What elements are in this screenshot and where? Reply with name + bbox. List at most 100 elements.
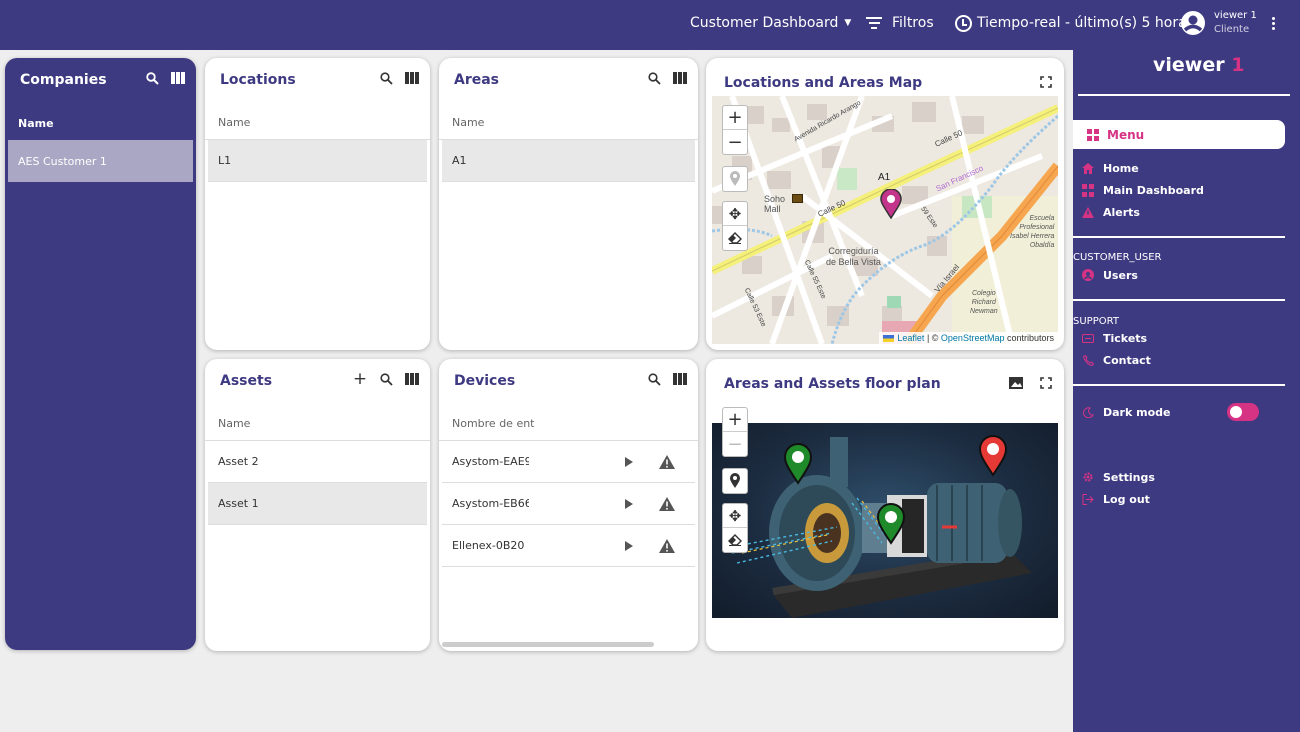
table-row[interactable]: A1	[442, 140, 695, 182]
areas-title: Areas	[454, 72, 500, 88]
move-button[interactable]: ✥	[723, 504, 747, 528]
assets-title: Assets	[220, 373, 273, 389]
sidebar-item-alerts[interactable]: Alerts	[1081, 205, 1140, 219]
top-bar: Customer Dashboard ▼ Filtros Tiempo-real…	[0, 0, 1300, 50]
place-marker-button[interactable]	[723, 469, 747, 493]
search-icon[interactable]	[646, 70, 662, 86]
play-icon[interactable]	[624, 540, 634, 552]
map-edit-control: ✥	[722, 201, 748, 251]
table-row[interactable]: Asystom-EAE93	[442, 441, 695, 483]
map-label-escuela: Escuela Profesional Isabel Herrera Obald…	[1010, 215, 1055, 249]
brand-name: viewer	[1153, 54, 1225, 76]
more-menu-button[interactable]	[1268, 0, 1278, 46]
divider	[1078, 94, 1290, 96]
osm-map[interactable]: Soho Mall Calle 50 Calle 50 A1 San Franc…	[712, 96, 1058, 344]
image-icon[interactable]	[1008, 375, 1024, 391]
floorplan-widget: Areas and Assets floor plan + − ✥	[706, 359, 1064, 651]
horizontal-scrollbar[interactable]	[442, 642, 654, 647]
sidebar: viewer 1 Menu Home Main Dashboard Alerts…	[1073, 50, 1300, 732]
columns-icon[interactable]	[672, 70, 688, 86]
place-marker-button[interactable]	[723, 167, 747, 191]
osm-link[interactable]: OpenStreetMap	[941, 333, 1005, 343]
companies-name-column-header[interactable]: Name	[5, 106, 196, 140]
ticket-icon	[1081, 331, 1095, 345]
asset-marker-green[interactable]	[783, 443, 813, 485]
erase-button[interactable]	[723, 528, 747, 552]
locations-name-column-header[interactable]: Name	[205, 106, 430, 140]
devices-entity-column-header[interactable]: Nombre de ent	[439, 407, 698, 441]
search-icon[interactable]	[378, 70, 394, 86]
assets-name-column-header[interactable]: Name	[205, 407, 430, 441]
search-icon[interactable]	[646, 371, 662, 387]
area-location-marker[interactable]	[880, 189, 902, 219]
map-tiles	[712, 96, 1058, 344]
areas-name-column-header[interactable]: Name	[439, 106, 698, 140]
users-icon	[1081, 268, 1095, 282]
table-row[interactable]: Asset 2	[208, 441, 427, 483]
zoom-out-button[interactable]: −	[723, 432, 747, 456]
warning-icon[interactable]	[658, 538, 676, 554]
leaflet-link[interactable]: Leaflet	[897, 333, 924, 343]
sidebar-brand: viewer 1	[1153, 54, 1244, 76]
dark-mode-toggle[interactable]	[1227, 403, 1259, 421]
floorplan-image[interactable]	[712, 423, 1058, 618]
cinema-icon	[792, 194, 803, 203]
sidebar-item-contact[interactable]: Contact	[1081, 353, 1151, 367]
columns-icon[interactable]	[404, 371, 420, 387]
floorplan-zoom-control: + −	[722, 407, 748, 457]
search-icon[interactable]	[378, 371, 394, 387]
sidebar-item-home[interactable]: Home	[1081, 161, 1139, 175]
table-row[interactable]: Asset 1	[208, 483, 427, 525]
zoom-in-button[interactable]: +	[723, 106, 747, 130]
sidebar-item-main-dashboard[interactable]: Main Dashboard	[1081, 183, 1204, 197]
columns-icon[interactable]	[170, 70, 186, 86]
zoom-in-button[interactable]: +	[723, 408, 747, 432]
play-icon[interactable]	[624, 456, 634, 468]
filters-label: Filtros	[892, 15, 934, 31]
timewindow-label: Tiempo-real - último(s) 5 horas	[977, 15, 1194, 31]
table-row[interactable]: L1	[208, 140, 427, 182]
user-menu[interactable]: viewer 1 Cliente	[1180, 0, 1257, 46]
warning-icon[interactable]	[658, 496, 676, 512]
play-icon[interactable]	[624, 498, 634, 510]
warning-icon[interactable]	[658, 454, 676, 470]
fullscreen-icon[interactable]	[1038, 74, 1054, 90]
zoom-out-button[interactable]: −	[723, 130, 747, 154]
add-icon[interactable]: +	[352, 369, 368, 389]
sidebar-item-settings[interactable]: Settings	[1081, 470, 1155, 484]
table-row[interactable]: Asystom-EB665	[442, 483, 695, 525]
dark-mode-row: Dark mode	[1081, 405, 1170, 419]
map-attribution: Leaflet | © OpenStreetMap contributors	[879, 332, 1058, 344]
asset-marker-red[interactable]	[978, 435, 1008, 477]
table-row[interactable]: Ellenex-0B20	[442, 525, 695, 567]
map-label-a1: A1	[878, 172, 891, 183]
move-icon: ✥	[728, 204, 742, 223]
asset-marker-green-2[interactable]	[876, 503, 906, 545]
sidebar-item-users[interactable]: Users	[1081, 268, 1138, 282]
columns-icon[interactable]	[672, 371, 688, 387]
map-label-soho-mall: Soho Mall	[764, 194, 786, 214]
dashboard-selector[interactable]: Customer Dashboard ▼	[690, 0, 851, 46]
map-title: Locations and Areas Map	[724, 75, 923, 91]
floorplan-locate-control	[722, 468, 748, 494]
menu-header-button[interactable]: Menu	[1073, 120, 1285, 149]
timewindow-button[interactable]: Tiempo-real - último(s) 5 horas	[955, 0, 1194, 46]
fullscreen-icon[interactable]	[1038, 375, 1054, 391]
filters-button[interactable]: Filtros	[866, 0, 934, 46]
logout-icon	[1081, 492, 1095, 506]
divider	[1073, 299, 1285, 301]
sidebar-item-tickets[interactable]: Tickets	[1081, 331, 1147, 345]
sidebar-item-logout[interactable]: Log out	[1081, 492, 1150, 506]
map-label-corregiduria: Corregiduría de Bella Vista	[826, 246, 881, 267]
account-circle-icon	[1181, 11, 1205, 35]
columns-icon[interactable]	[404, 70, 420, 86]
move-button[interactable]: ✥	[723, 202, 747, 226]
dashboard-grid-icon	[1087, 128, 1099, 141]
eraser-icon	[728, 534, 742, 546]
areas-widget: Areas Name A1	[439, 58, 698, 350]
flag-icon	[883, 334, 895, 342]
moon-icon	[1081, 405, 1095, 419]
erase-button[interactable]	[723, 226, 747, 250]
table-row[interactable]: AES Customer 1	[8, 140, 193, 182]
search-icon[interactable]	[144, 70, 160, 86]
